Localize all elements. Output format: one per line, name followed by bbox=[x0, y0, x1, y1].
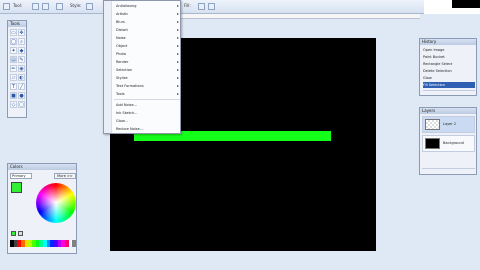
rounded-rect-icon[interactable]: ▢ bbox=[18, 101, 25, 108]
menu-item-tools[interactable]: Tools bbox=[116, 91, 178, 97]
menu-item-blurs[interactable]: Blurs bbox=[116, 19, 178, 25]
history-item[interactable]: Open Image bbox=[423, 47, 475, 53]
menu-item-glow[interactable]: Glow... bbox=[116, 118, 178, 124]
fill-dropdown[interactable] bbox=[198, 3, 205, 10]
submenu-arrow-icon: ▸ bbox=[177, 19, 180, 24]
layer-name: Layer 2 bbox=[443, 122, 457, 126]
submenu-arrow-icon: ▸ bbox=[177, 83, 180, 88]
clone-icon[interactable]: ◉ bbox=[18, 65, 25, 72]
color-palette[interactable] bbox=[10, 240, 77, 247]
history-controls bbox=[423, 90, 475, 95]
style-dropdown[interactable] bbox=[86, 3, 93, 10]
fill-label: Fill: bbox=[184, 3, 191, 8]
menu-item-object[interactable]: Object bbox=[116, 43, 178, 49]
top-toolbar: Tool: Style: Fill: bbox=[0, 0, 480, 14]
lasso-icon[interactable]: ◯ bbox=[10, 38, 17, 45]
history-item[interactable]: Glow bbox=[423, 75, 475, 81]
submenu-arrow-icon: ▸ bbox=[177, 3, 180, 8]
menu-item-noise[interactable]: Noise bbox=[116, 35, 178, 41]
recolor-icon[interactable]: ◐ bbox=[18, 74, 25, 81]
antialias-icon[interactable] bbox=[42, 3, 49, 10]
layer-thumbnail bbox=[425, 119, 440, 130]
freeform-icon[interactable]: ◇ bbox=[10, 101, 17, 108]
menu-item-reduce-noise[interactable]: Reduce Noise... bbox=[116, 126, 178, 132]
text-icon[interactable]: T bbox=[10, 83, 17, 90]
submenu-arrow-icon: ▸ bbox=[177, 91, 180, 96]
history-item[interactable]: Delete Selection bbox=[423, 68, 475, 74]
layer-name: Background bbox=[443, 141, 464, 145]
layer-controls bbox=[422, 168, 475, 174]
bucket-icon[interactable]: ◆ bbox=[18, 47, 25, 54]
submenu-arrow-icon: ▸ bbox=[177, 59, 180, 64]
menu-item-render[interactable]: Render bbox=[116, 59, 178, 65]
menu-item-add-noise[interactable]: Add Noise... bbox=[116, 102, 178, 108]
submenu-arrow-icon: ▸ bbox=[177, 67, 180, 72]
submenu-arrow-icon: ▸ bbox=[177, 51, 180, 56]
tool-label: Tool: bbox=[13, 3, 23, 8]
menu-item-artistic[interactable]: Artistic bbox=[116, 11, 178, 17]
menu-icon-strip bbox=[104, 1, 112, 133]
palette-menu-icon[interactable] bbox=[18, 231, 23, 236]
gradient-icon[interactable]: ▤ bbox=[10, 56, 17, 63]
wand-icon[interactable]: ✦ bbox=[10, 47, 17, 54]
history-window: History Open Image Paint Bucket Rectangl… bbox=[419, 38, 477, 96]
submenu-arrow-icon: ▸ bbox=[177, 11, 180, 16]
eraser-icon[interactable]: ▱ bbox=[10, 74, 17, 81]
menu-item-ink-sketch[interactable]: Ink Sketch... bbox=[116, 110, 178, 116]
layer-thumbnail bbox=[425, 138, 440, 149]
select-icon[interactable]: ▭ bbox=[10, 29, 17, 36]
menu-separator bbox=[114, 99, 180, 100]
menu-item-photo[interactable]: Photo bbox=[116, 51, 178, 57]
menu-item-distort[interactable]: Distort bbox=[116, 27, 178, 33]
history-title: History bbox=[420, 39, 476, 45]
zoom-icon[interactable]: ⌕ bbox=[18, 38, 25, 45]
layers-title: Layers bbox=[420, 108, 476, 114]
submenu-arrow-icon: ▸ bbox=[177, 43, 180, 48]
move-icon[interactable]: ✥ bbox=[18, 29, 25, 36]
ellipse-icon[interactable]: ● bbox=[18, 92, 25, 99]
style-label: Style: bbox=[70, 3, 82, 8]
menu-item-selection[interactable]: Selection bbox=[116, 67, 178, 73]
color-wheel[interactable] bbox=[36, 183, 76, 223]
brush-width-icon[interactable] bbox=[32, 3, 39, 10]
colors-title: Colors bbox=[8, 164, 76, 170]
menu-item-stylize[interactable]: Stylize bbox=[116, 75, 178, 81]
submenu-arrow-icon: ▸ bbox=[177, 35, 180, 40]
shape-icon[interactable]: ■ bbox=[10, 92, 17, 99]
submenu-arrow-icon: ▸ bbox=[177, 75, 180, 80]
layer-row[interactable]: Background bbox=[422, 135, 475, 152]
line-icon[interactable]: ╱ bbox=[18, 83, 25, 90]
pencil-icon[interactable]: ✏ bbox=[10, 65, 17, 72]
menu-item-text-formations[interactable]: Text Formations bbox=[116, 83, 178, 89]
submenu-arrow-icon: ▸ bbox=[177, 27, 180, 32]
blend-mode-icon[interactable] bbox=[56, 3, 63, 10]
more-button[interactable]: More >> bbox=[54, 173, 76, 179]
brush-icon[interactable]: ✎ bbox=[18, 56, 25, 63]
tool-picker-icon[interactable] bbox=[3, 3, 10, 10]
tools-window: Tools ▭ ✥ ◯ ⌕ ✦ ◆ ▤ ✎ ✏ ◉ ▱ ◐ T ╱ ■ ● ◇ … bbox=[7, 20, 27, 118]
colors-window: Colors Primary More >> bbox=[7, 163, 77, 254]
layer-row-selected[interactable]: Layer 2 bbox=[422, 116, 475, 133]
history-item[interactable]: Paint Bucket bbox=[423, 54, 475, 60]
history-item-selected[interactable]: Fill Selection bbox=[423, 82, 475, 88]
effects-menu: Antialiasing Artistic Blurs Distort Nois… bbox=[103, 0, 181, 134]
fill-mode-icon[interactable] bbox=[208, 3, 215, 10]
tools-title: Tools bbox=[8, 21, 26, 27]
layers-window: Layers Layer 2 Background bbox=[419, 107, 477, 175]
thumbnail-preview bbox=[452, 0, 480, 8]
history-item[interactable]: Rectangle Select bbox=[423, 61, 475, 67]
menu-item-antialiasing[interactable]: Antialiasing bbox=[116, 3, 178, 9]
add-color-icon[interactable] bbox=[11, 231, 16, 236]
primary-color-swatch[interactable] bbox=[11, 182, 22, 193]
color-mode-select[interactable]: Primary bbox=[10, 173, 32, 179]
